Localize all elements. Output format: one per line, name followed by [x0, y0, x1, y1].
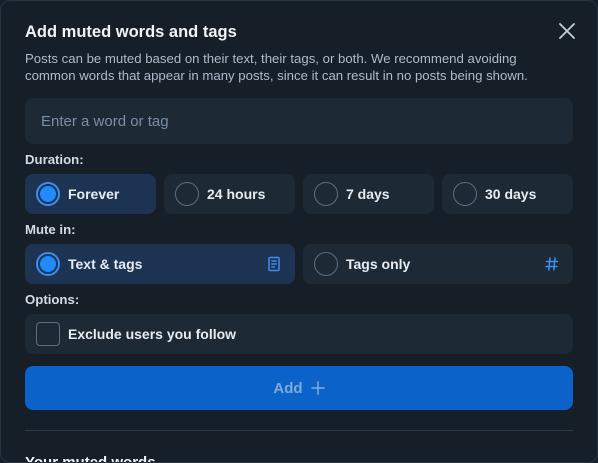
- exclude-following-option[interactable]: Exclude users you follow: [25, 314, 573, 354]
- dialog-description: Posts can be muted based on their text, …: [25, 51, 528, 83]
- radio-button: [36, 252, 60, 276]
- add-button[interactable]: Add: [25, 366, 573, 410]
- radio-button: [314, 252, 338, 276]
- duration-option-7-days[interactable]: 7 days: [303, 174, 434, 214]
- muted-words-title: Your muted words: [25, 454, 156, 463]
- mute-in-options: Text & tags Tags only: [25, 244, 573, 284]
- options-label: Options:: [25, 292, 80, 307]
- mute-in-label: Mute in:: [25, 222, 76, 237]
- document-icon: [268, 256, 280, 272]
- word-input-container: [25, 98, 573, 144]
- exclude-following-label: Exclude users you follow: [68, 326, 237, 342]
- duration-option-label: 7 days: [346, 186, 390, 202]
- word-input[interactable]: [41, 112, 557, 130]
- duration-option-label: 24 hours: [207, 186, 266, 202]
- duration-option-30-days[interactable]: 30 days: [442, 174, 573, 214]
- duration-options: Forever 24 hours 7 days 30 days: [25, 174, 573, 214]
- plus-icon: [310, 381, 325, 395]
- mute-in-option-tags-only[interactable]: Tags only: [303, 244, 573, 284]
- duration-label: Duration:: [25, 152, 84, 167]
- close-button[interactable]: [555, 19, 579, 43]
- hashtag-icon: [545, 257, 559, 271]
- close-icon: [559, 23, 575, 39]
- section-divider: [25, 430, 573, 431]
- add-button-label: Add: [273, 379, 303, 397]
- radio-button: [175, 182, 199, 206]
- duration-option-label: Forever: [68, 186, 120, 202]
- duration-option-24-hours[interactable]: 24 hours: [164, 174, 295, 214]
- duration-option-forever[interactable]: Forever: [25, 174, 156, 214]
- mute-in-option-label: Tags only: [346, 256, 411, 272]
- muted-words-dialog: Add muted words and tags Posts can be mu…: [0, 0, 598, 463]
- radio-button: [314, 182, 338, 206]
- mute-in-option-text-tags[interactable]: Text & tags: [25, 244, 295, 284]
- duration-option-label: 30 days: [485, 186, 537, 202]
- exclude-following-checkbox[interactable]: [36, 322, 60, 346]
- mute-in-option-label: Text & tags: [68, 256, 143, 272]
- radio-button: [36, 182, 60, 206]
- dialog-title: Add muted words and tags: [25, 23, 237, 41]
- radio-button: [453, 182, 477, 206]
